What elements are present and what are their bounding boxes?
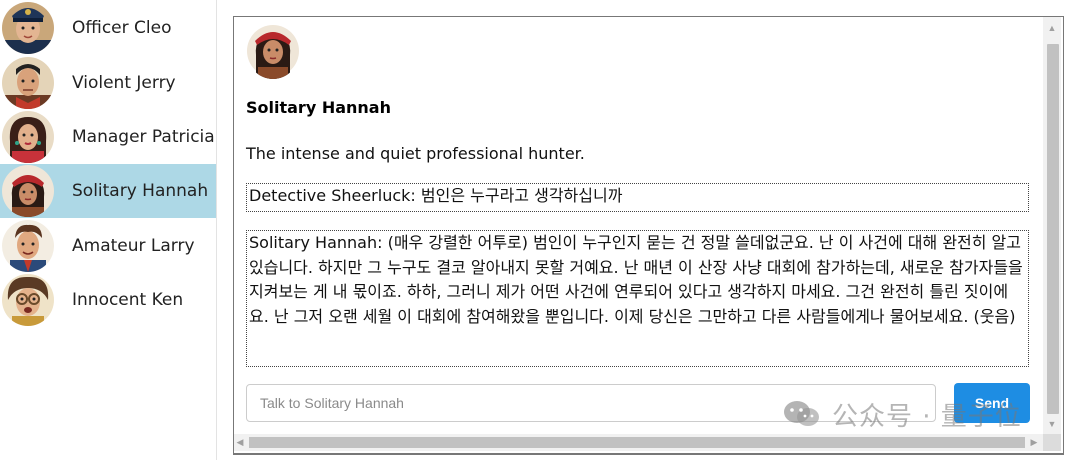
vertical-scrollbar[interactable]: ▲ ▼ (1043, 17, 1061, 434)
chat-input[interactable] (246, 384, 936, 422)
sidebar-item-label: Officer Cleo (72, 18, 172, 38)
send-button[interactable]: Send (954, 383, 1030, 423)
sidebar-item-officer-cleo[interactable]: Officer Cleo (0, 1, 216, 55)
vertical-scroll-thumb[interactable] (1047, 44, 1059, 414)
sidebar-item-amateur-larry[interactable]: Amateur Larry (0, 219, 216, 273)
manager-patricia-avatar (2, 111, 54, 163)
sidebar-item-label: Innocent Ken (72, 290, 184, 310)
character-name: Solitary Hannah (246, 98, 391, 117)
character-sidebar: Officer Cleo Violent Jerry Manager Patri… (0, 0, 217, 460)
sidebar-item-label: Solitary Hannah (72, 181, 209, 201)
sidebar-item-label: Manager Patricia (72, 127, 215, 147)
scroll-down-icon[interactable]: ▼ (1043, 419, 1061, 429)
chat-panel: Solitary Hannah The intense and quiet pr… (233, 16, 1064, 455)
sidebar-item-label: Amateur Larry (72, 236, 195, 256)
amateur-larry-avatar (2, 220, 54, 272)
message-detective: Detective Sheerluck: 범인은 누구라고 생각하십니까 (246, 183, 1029, 212)
solitary-hannah-portrait (246, 21, 300, 79)
scroll-right-icon[interactable]: ▶ (1028, 437, 1040, 448)
scroll-up-icon[interactable]: ▲ (1043, 23, 1061, 33)
message-character-reply: Solitary Hannah: (매우 강렬한 어투로) 범인이 누구인지 묻… (246, 230, 1029, 367)
character-description: The intense and quiet professional hunte… (246, 144, 585, 163)
sidebar-item-violent-jerry[interactable]: Violent Jerry (0, 56, 216, 110)
sidebar-item-innocent-ken[interactable]: Innocent Ken (0, 273, 216, 327)
horizontal-scrollbar[interactable]: ◀ ▶ (234, 434, 1043, 451)
sidebar-item-manager-patricia[interactable]: Manager Patricia (0, 110, 216, 164)
officer-cleo-avatar (2, 2, 54, 54)
solitary-hannah-avatar (2, 165, 54, 217)
innocent-ken-avatar (2, 274, 54, 326)
sidebar-item-label: Violent Jerry (72, 73, 176, 93)
sidebar-item-solitary-hannah[interactable]: Solitary Hannah (0, 164, 216, 218)
horizontal-scroll-thumb[interactable] (249, 437, 1025, 448)
scroll-left-icon[interactable]: ◀ (234, 437, 246, 448)
scrollbar-corner (1043, 434, 1061, 451)
violent-jerry-avatar (2, 57, 54, 109)
